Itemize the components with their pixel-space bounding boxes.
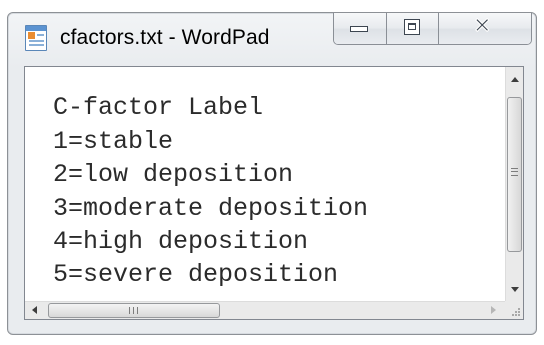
wordpad-icon-line (37, 34, 44, 36)
wordpad-window: cfactors.txt - WordPad ✕ C-factor Label … (7, 12, 537, 335)
horizontal-scrollbar[interactable] (25, 301, 506, 319)
resize-grip-dot (518, 314, 520, 316)
document-line: C-factor Label (53, 93, 264, 122)
horizontal-scroll-thumb[interactable] (48, 303, 220, 318)
minimize-button[interactable] (334, 13, 386, 44)
arrow-left-icon[interactable] (32, 306, 37, 314)
window-title: cfactors.txt - WordPad (60, 26, 270, 49)
document-line: 3=moderate deposition (53, 194, 369, 223)
title-bar[interactable]: cfactors.txt - WordPad ✕ (8, 13, 536, 67)
wordpad-icon-line (29, 44, 44, 46)
wordpad-icon[interactable] (25, 25, 47, 51)
close-button[interactable]: ✕ (438, 13, 531, 44)
resize-grip-dot (518, 311, 520, 313)
maximize-icon (404, 19, 420, 35)
resize-grip-dot (515, 314, 517, 316)
document-line: 4=high deposition (53, 227, 309, 256)
document-area[interactable]: C-factor Label 1=stable 2=low deposition… (24, 66, 524, 320)
document-line: 1=stable (53, 127, 174, 156)
caption-buttons: ✕ (333, 13, 532, 45)
vertical-scrollbar[interactable] (505, 67, 523, 301)
arrow-up-icon[interactable] (511, 77, 519, 82)
vertical-scroll-thumb[interactable] (507, 97, 522, 252)
arrow-down-icon[interactable] (511, 287, 519, 292)
document-text[interactable]: C-factor Label 1=stable 2=low deposition… (25, 67, 506, 301)
arrow-right-icon[interactable] (491, 306, 496, 314)
resize-grip-dot (512, 314, 514, 316)
document-line: 2=low deposition (53, 160, 294, 189)
wordpad-icon-bar (26, 26, 46, 31)
minimize-icon (350, 26, 368, 32)
document-line: 5=severe deposition (53, 260, 339, 289)
maximize-button[interactable] (386, 13, 438, 44)
grip-icon (129, 307, 138, 314)
resize-grip-dot (515, 311, 517, 313)
resize-grip-dot (518, 308, 520, 310)
close-icon: ✕ (472, 14, 492, 39)
grip-icon (511, 168, 518, 176)
resize-grip[interactable] (505, 301, 523, 319)
wordpad-icon-line (29, 40, 44, 42)
wordpad-icon-mark (28, 32, 35, 39)
